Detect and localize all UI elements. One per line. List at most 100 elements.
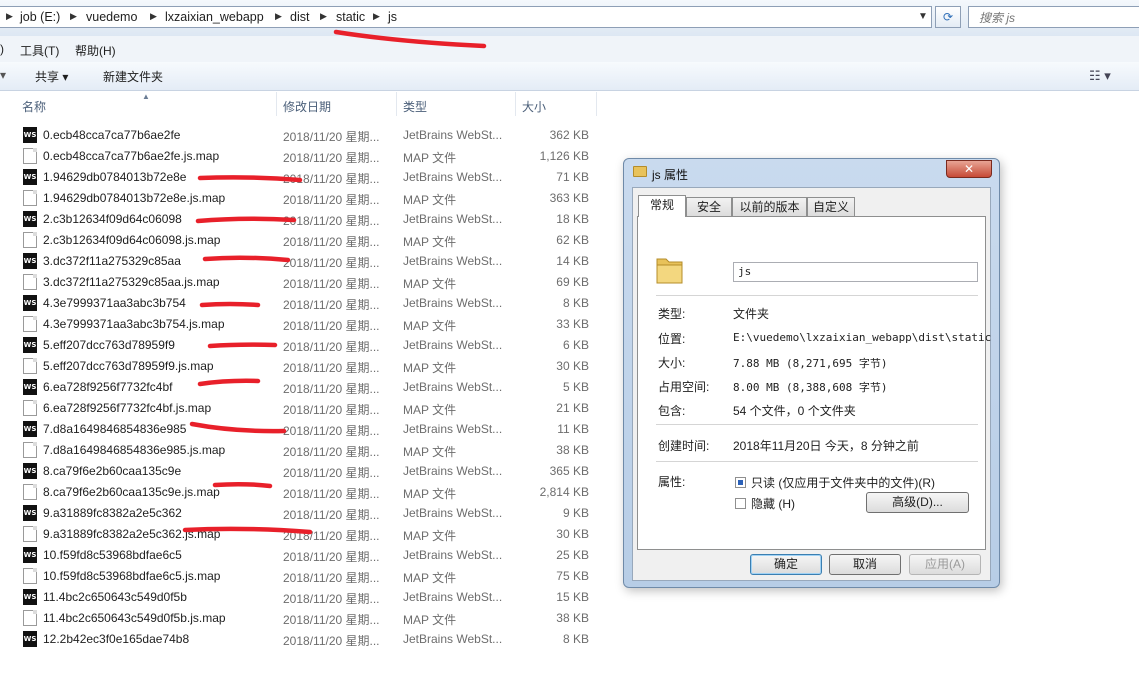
cancel-button[interactable]: 取消 xyxy=(829,554,901,575)
apply-button[interactable]: 应用(A) xyxy=(909,554,981,575)
chevron-right-icon[interactable]: ▶ xyxy=(373,11,380,22)
file-name: 1.94629db0784013b72e8e xyxy=(43,170,187,184)
type-value: 文件夹 xyxy=(733,307,770,321)
view-options-icon[interactable]: ☷ ▾ xyxy=(1089,68,1111,84)
file-row[interactable]: 7.d8a1649846854836e985.js.map 2018/11/20 … xyxy=(0,440,600,461)
folder-name-field[interactable]: js xyxy=(733,262,978,282)
file-type: MAP 文件 xyxy=(403,487,457,501)
file-row[interactable]: 11.4bc2c650643c549d0f5b.js.map 2018/11/20… xyxy=(0,608,600,629)
dialog-titlebar[interactable]: js 属性 ✕ xyxy=(624,159,999,187)
close-button[interactable]: ✕ xyxy=(946,160,992,178)
chevron-right-icon[interactable]: ▶ xyxy=(150,11,157,22)
crumb-vuedemo[interactable]: vuedemo xyxy=(86,10,137,24)
file-row[interactable]: WS 10.f59fd8c53968bdfae6c5 2018/11/20 星期..… xyxy=(0,545,600,566)
file-row[interactable]: WS 12.2b42ec3f0e165dae74b8 2018/11/20 星期..… xyxy=(0,629,600,650)
column-type[interactable]: 类型 xyxy=(403,98,427,115)
file-type: JetBrains WebSt... xyxy=(403,632,503,646)
hidden-checkbox[interactable] xyxy=(735,498,746,509)
file-row[interactable]: WS 0.ecb48cca7ca77b6ae2fe 2018/11/20 星期...… xyxy=(0,125,600,146)
menu-bar: ) 工具(T) 帮助(H) xyxy=(0,36,1139,63)
search-input[interactable] xyxy=(977,10,1139,26)
crumb-static[interactable]: static xyxy=(336,10,365,24)
column-divider[interactable] xyxy=(276,92,277,116)
file-row[interactable]: WS 3.dc372f11a275329c85aa 2018/11/20 星期...… xyxy=(0,251,600,272)
column-divider[interactable] xyxy=(515,92,516,116)
crumb-drive[interactable]: job (E:) xyxy=(20,10,60,24)
file-name: 1.94629db0784013b72e8e.js.map xyxy=(43,191,226,205)
file-size: 71 KB xyxy=(556,170,589,184)
file-size: 25 KB xyxy=(556,548,589,562)
file-row[interactable]: WS 9.a31889fc8382a2e5c362 2018/11/20 星期...… xyxy=(0,503,600,524)
crumb-webapp[interactable]: lxzaixian_webapp xyxy=(165,10,264,24)
address-dropdown-icon[interactable]: ▼ xyxy=(918,11,928,22)
crumb-js[interactable]: js xyxy=(388,10,397,24)
file-row[interactable]: 1.94629db0784013b72e8e.js.map 2018/11/20 … xyxy=(0,188,600,209)
readonly-label[interactable]: 只读 (仅应用于文件夹中的文件)(R) xyxy=(751,474,935,491)
crumb-dist[interactable]: dist xyxy=(290,10,309,24)
map-file-icon xyxy=(23,232,37,248)
readonly-checkbox[interactable] xyxy=(735,477,746,488)
size-label: 大小: xyxy=(658,356,686,370)
file-name: 7.d8a1649846854836e985 xyxy=(43,422,187,436)
tab-customize[interactable]: 自定义 xyxy=(807,197,855,216)
file-row[interactable]: 6.ea728f9256f7732fc4bf.js.map 2018/11/20 … xyxy=(0,398,600,419)
file-size: 365 KB xyxy=(549,464,589,478)
file-date: 2018/11/20 星期... xyxy=(283,277,380,291)
file-row[interactable]: WS 7.d8a1649846854836e985 2018/11/20 星期...… xyxy=(0,419,600,440)
file-row[interactable]: 5.eff207dcc763d78959f9.js.map 2018/11/20 … xyxy=(0,356,600,377)
tab-security[interactable]: 安全 xyxy=(686,197,732,216)
file-type: MAP 文件 xyxy=(403,319,457,333)
map-file-icon xyxy=(23,610,37,626)
folder-icon xyxy=(633,166,647,177)
file-date: 2018/11/20 星期... xyxy=(283,382,380,396)
file-row[interactable]: 2.c3b12634f09d64c06098.js.map 2018/11/20 … xyxy=(0,230,600,251)
tab-previous-versions[interactable]: 以前的版本 xyxy=(732,197,807,216)
column-divider[interactable] xyxy=(396,92,397,116)
file-size: 8 KB xyxy=(562,632,589,646)
map-file-icon xyxy=(23,148,37,164)
file-row[interactable]: WS 4.3e7999371aa3abc3b754 2018/11/20 星期...… xyxy=(0,293,600,314)
file-row[interactable]: WS 11.4bc2c650643c549d0f5b 2018/11/20 星期..… xyxy=(0,587,600,608)
chevron-right-icon[interactable]: ▶ xyxy=(320,11,327,22)
file-size: 75 KB xyxy=(556,569,589,583)
file-size: 6 KB xyxy=(562,338,589,352)
file-row[interactable]: 8.ca79f6e2b60caa135c9e.js.map 2018/11/20 … xyxy=(0,482,600,503)
webstorm-file-icon: WS xyxy=(23,211,37,227)
file-row[interactable]: WS 6.ea728f9256f7732fc4bf 2018/11/20 星期...… xyxy=(0,377,600,398)
file-size: 18 KB xyxy=(556,212,589,226)
menu-tools[interactable]: 工具(T) xyxy=(20,42,59,59)
chevron-down-icon[interactable]: ▾ xyxy=(0,68,6,82)
file-row[interactable]: 0.ecb48cca7ca77b6ae2fe.js.map 2018/11/20 … xyxy=(0,146,600,167)
share-button[interactable]: 共享 ▾ xyxy=(35,68,68,85)
column-date[interactable]: 修改日期 xyxy=(283,98,331,115)
file-row[interactable]: 9.a31889fc8382a2e5c362.js.map 2018/11/20 … xyxy=(0,524,600,545)
file-row[interactable]: WS 8.ca79f6e2b60caa135c9e 2018/11/20 星期...… xyxy=(0,461,600,482)
file-row[interactable]: WS 2.c3b12634f09d64c06098 2018/11/20 星期...… xyxy=(0,209,600,230)
tab-general[interactable]: 常规 xyxy=(638,195,686,217)
hidden-label[interactable]: 隐藏 (H) xyxy=(751,495,795,512)
file-size: 38 KB xyxy=(556,611,589,625)
search-box[interactable] xyxy=(968,6,1139,28)
menu-view-fragment[interactable]: ) xyxy=(0,42,4,56)
menu-help[interactable]: 帮助(H) xyxy=(75,42,116,59)
column-size[interactable]: 大小 xyxy=(522,98,546,115)
file-name: 0.ecb48cca7ca77b6ae2fe xyxy=(43,128,181,142)
file-row[interactable]: WS 5.eff207dcc763d78959f9 2018/11/20 星期...… xyxy=(0,335,600,356)
refresh-button[interactable]: ⟳ xyxy=(935,6,961,28)
file-size: 5 KB xyxy=(562,380,589,394)
chevron-right-icon[interactable]: ▶ xyxy=(70,11,77,22)
webstorm-file-icon: WS xyxy=(23,589,37,605)
ok-button[interactable]: 确定 xyxy=(750,554,822,575)
webstorm-file-icon: WS xyxy=(23,169,37,185)
file-row[interactable]: WS 1.94629db0784013b72e8e 2018/11/20 星期...… xyxy=(0,167,600,188)
file-row[interactable]: 3.dc372f11a275329c85aa.js.map 2018/11/20 … xyxy=(0,272,600,293)
advanced-button[interactable]: 高级(D)... xyxy=(866,492,969,513)
file-row[interactable]: 10.f59fd8c53968bdfae6c5.js.map 2018/11/20… xyxy=(0,566,600,587)
chevron-right-icon[interactable]: ▶ xyxy=(6,11,13,22)
new-folder-button[interactable]: 新建文件夹 xyxy=(103,68,163,85)
file-row[interactable]: 4.3e7999371aa3abc3b754.js.map 2018/11/20 … xyxy=(0,314,600,335)
breadcrumb[interactable]: ▶ job (E:) ▶ vuedemo ▶ lxzaixian_webapp … xyxy=(0,6,932,28)
column-name[interactable]: 名称 xyxy=(22,98,46,115)
chevron-right-icon[interactable]: ▶ xyxy=(275,11,282,22)
column-divider[interactable] xyxy=(596,92,597,116)
